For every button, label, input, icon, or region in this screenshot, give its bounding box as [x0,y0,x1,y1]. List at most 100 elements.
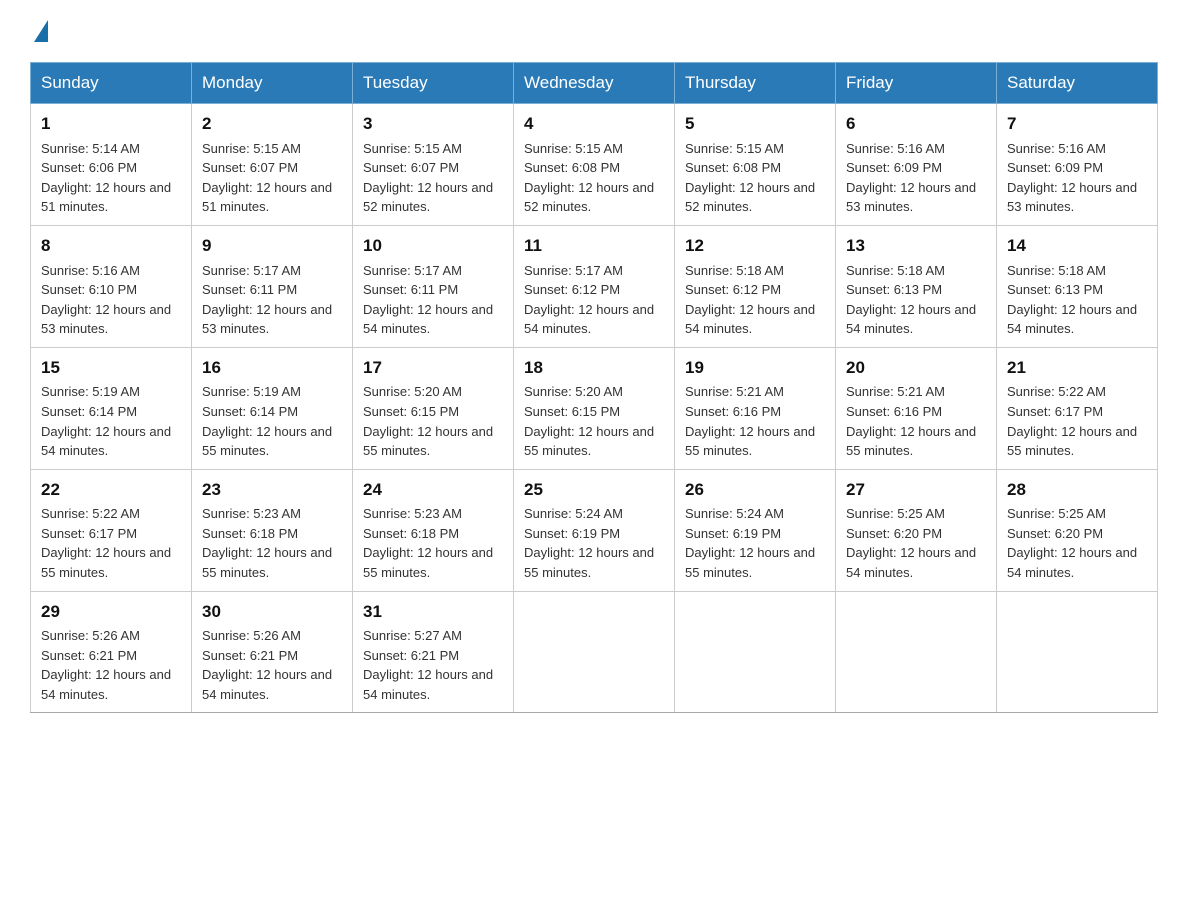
calendar-cell: 4 Sunrise: 5:15 AMSunset: 6:08 PMDaylight… [514,104,675,226]
day-info: Sunrise: 5:20 AMSunset: 6:15 PMDaylight:… [363,384,493,458]
day-info: Sunrise: 5:17 AMSunset: 6:11 PMDaylight:… [363,263,493,337]
day-number: 1 [41,112,181,137]
weekday-header-saturday: Saturday [997,63,1158,104]
day-info: Sunrise: 5:15 AMSunset: 6:08 PMDaylight:… [685,141,815,215]
day-number: 28 [1007,478,1147,503]
day-number: 3 [363,112,503,137]
day-info: Sunrise: 5:24 AMSunset: 6:19 PMDaylight:… [524,506,654,580]
calendar-cell: 19 Sunrise: 5:21 AMSunset: 6:16 PMDayligh… [675,347,836,469]
calendar-cell [997,591,1158,713]
day-info: Sunrise: 5:18 AMSunset: 6:13 PMDaylight:… [1007,263,1137,337]
day-info: Sunrise: 5:15 AMSunset: 6:08 PMDaylight:… [524,141,654,215]
day-number: 24 [363,478,503,503]
logo [30,20,48,44]
day-number: 16 [202,356,342,381]
day-info: Sunrise: 5:18 AMSunset: 6:12 PMDaylight:… [685,263,815,337]
day-info: Sunrise: 5:26 AMSunset: 6:21 PMDaylight:… [202,628,332,702]
day-number: 30 [202,600,342,625]
day-number: 26 [685,478,825,503]
calendar-cell: 6Sunrise: 5:16 AMSunset: 6:09 PMDaylight… [836,104,997,226]
calendar-cell: 18 Sunrise: 5:20 AMSunset: 6:15 PMDayligh… [514,347,675,469]
day-info: Sunrise: 5:20 AMSunset: 6:15 PMDaylight:… [524,384,654,458]
page-header [30,20,1158,44]
day-number: 8 [41,234,181,259]
calendar-cell: 28 Sunrise: 5:25 AMSunset: 6:20 PMDayligh… [997,469,1158,591]
day-number: 11 [524,234,664,259]
calendar-week-row: 15Sunrise: 5:19 AMSunset: 6:14 PMDayligh… [31,347,1158,469]
day-number: 22 [41,478,181,503]
day-number: 6 [846,112,986,137]
calendar-week-row: 29 Sunrise: 5:26 AMSunset: 6:21 PMDayligh… [31,591,1158,713]
day-info: Sunrise: 5:16 AMSunset: 6:09 PMDaylight:… [1007,141,1137,215]
calendar-cell: 25 Sunrise: 5:24 AMSunset: 6:19 PMDayligh… [514,469,675,591]
calendar-cell [675,591,836,713]
weekday-header-thursday: Thursday [675,63,836,104]
day-info: Sunrise: 5:19 AMSunset: 6:14 PMDaylight:… [202,384,332,458]
day-number: 23 [202,478,342,503]
day-number: 9 [202,234,342,259]
calendar-cell: 24 Sunrise: 5:23 AMSunset: 6:18 PMDayligh… [353,469,514,591]
day-number: 2 [202,112,342,137]
calendar-cell: 11 Sunrise: 5:17 AMSunset: 6:12 PMDayligh… [514,225,675,347]
calendar-cell: 12 Sunrise: 5:18 AMSunset: 6:12 PMDayligh… [675,225,836,347]
day-number: 18 [524,356,664,381]
calendar-week-row: 8Sunrise: 5:16 AMSunset: 6:10 PMDaylight… [31,225,1158,347]
day-number: 21 [1007,356,1147,381]
day-info: Sunrise: 5:19 AMSunset: 6:14 PMDaylight:… [41,384,171,458]
calendar-cell: 9 Sunrise: 5:17 AMSunset: 6:11 PMDaylight… [192,225,353,347]
calendar-cell: 23 Sunrise: 5:23 AMSunset: 6:18 PMDayligh… [192,469,353,591]
day-number: 7 [1007,112,1147,137]
day-info: Sunrise: 5:14 AMSunset: 6:06 PMDaylight:… [41,141,171,215]
calendar-cell: 16 Sunrise: 5:19 AMSunset: 6:14 PMDayligh… [192,347,353,469]
weekday-header-wednesday: Wednesday [514,63,675,104]
day-info: Sunrise: 5:27 AMSunset: 6:21 PMDaylight:… [363,628,493,702]
day-info: Sunrise: 5:22 AMSunset: 6:17 PMDaylight:… [41,506,171,580]
day-info: Sunrise: 5:15 AMSunset: 6:07 PMDaylight:… [363,141,493,215]
calendar-cell: 31 Sunrise: 5:27 AMSunset: 6:21 PMDayligh… [353,591,514,713]
calendar-cell: 14Sunrise: 5:18 AMSunset: 6:13 PMDayligh… [997,225,1158,347]
day-number: 31 [363,600,503,625]
day-info: Sunrise: 5:23 AMSunset: 6:18 PMDaylight:… [363,506,493,580]
day-info: Sunrise: 5:18 AMSunset: 6:13 PMDaylight:… [846,263,976,337]
day-number: 5 [685,112,825,137]
day-info: Sunrise: 5:23 AMSunset: 6:18 PMDaylight:… [202,506,332,580]
calendar-week-row: 1 Sunrise: 5:14 AMSunset: 6:06 PMDaylight… [31,104,1158,226]
day-number: 27 [846,478,986,503]
calendar-cell: 13 Sunrise: 5:18 AMSunset: 6:13 PMDayligh… [836,225,997,347]
calendar-cell: 30 Sunrise: 5:26 AMSunset: 6:21 PMDayligh… [192,591,353,713]
day-number: 13 [846,234,986,259]
day-info: Sunrise: 5:26 AMSunset: 6:21 PMDaylight:… [41,628,171,702]
day-number: 19 [685,356,825,381]
weekday-header-friday: Friday [836,63,997,104]
day-info: Sunrise: 5:21 AMSunset: 6:16 PMDaylight:… [846,384,976,458]
calendar-table: SundayMondayTuesdayWednesdayThursdayFrid… [30,62,1158,713]
calendar-cell: 7 Sunrise: 5:16 AMSunset: 6:09 PMDaylight… [997,104,1158,226]
day-info: Sunrise: 5:17 AMSunset: 6:11 PMDaylight:… [202,263,332,337]
day-number: 17 [363,356,503,381]
weekday-header-row: SundayMondayTuesdayWednesdayThursdayFrid… [31,63,1158,104]
calendar-cell: 22 Sunrise: 5:22 AMSunset: 6:17 PMDayligh… [31,469,192,591]
weekday-header-sunday: Sunday [31,63,192,104]
calendar-week-row: 22 Sunrise: 5:22 AMSunset: 6:17 PMDayligh… [31,469,1158,591]
calendar-cell: 8Sunrise: 5:16 AMSunset: 6:10 PMDaylight… [31,225,192,347]
day-number: 10 [363,234,503,259]
day-info: Sunrise: 5:17 AMSunset: 6:12 PMDaylight:… [524,263,654,337]
day-number: 20 [846,356,986,381]
calendar-body: 1 Sunrise: 5:14 AMSunset: 6:06 PMDaylight… [31,104,1158,713]
day-number: 4 [524,112,664,137]
day-number: 29 [41,600,181,625]
calendar-cell [514,591,675,713]
calendar-cell: 29 Sunrise: 5:26 AMSunset: 6:21 PMDayligh… [31,591,192,713]
calendar-cell: 27Sunrise: 5:25 AMSunset: 6:20 PMDayligh… [836,469,997,591]
day-info: Sunrise: 5:22 AMSunset: 6:17 PMDaylight:… [1007,384,1137,458]
calendar-cell [836,591,997,713]
day-info: Sunrise: 5:25 AMSunset: 6:20 PMDaylight:… [1007,506,1137,580]
day-number: 12 [685,234,825,259]
weekday-header-tuesday: Tuesday [353,63,514,104]
day-number: 25 [524,478,664,503]
day-info: Sunrise: 5:21 AMSunset: 6:16 PMDaylight:… [685,384,815,458]
calendar-cell: 2Sunrise: 5:15 AMSunset: 6:07 PMDaylight… [192,104,353,226]
calendar-cell: 20 Sunrise: 5:21 AMSunset: 6:16 PMDayligh… [836,347,997,469]
calendar-cell: 3 Sunrise: 5:15 AMSunset: 6:07 PMDaylight… [353,104,514,226]
calendar-cell: 15Sunrise: 5:19 AMSunset: 6:14 PMDayligh… [31,347,192,469]
